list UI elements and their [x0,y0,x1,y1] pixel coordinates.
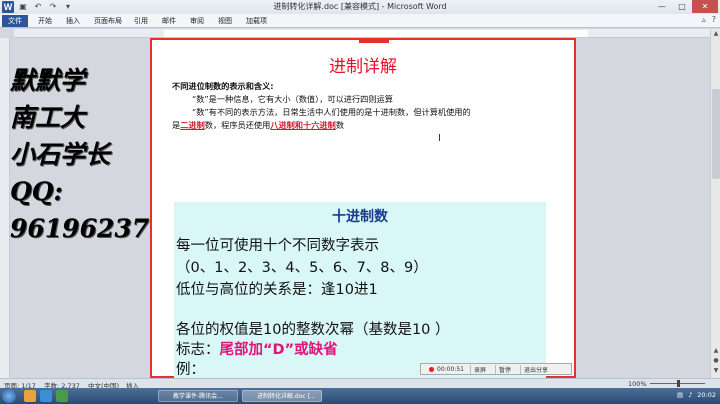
screen-share-marker [359,39,389,43]
binary-highlight: 二进制 [180,120,205,130]
taskbar: 教学课件-腾讯会... 进制转化详解.doc [... ▤ ♪ 20:02 [0,388,720,404]
next-page-icon[interactable]: ▼ [711,367,720,374]
overlay-line: 小石学长 [10,140,111,169]
exit-share-button[interactable]: 退出分享 [519,364,551,374]
status-bar: 页面: 1/17 字数: 2,737 中文(中国) 插入 100% [0,378,720,390]
tab-home[interactable]: 开始 [32,15,58,27]
slide-line: 每一位可使用十个不同数字表示 [176,238,379,254]
tab-references[interactable]: 引用 [128,15,154,27]
tab-view[interactable]: 视图 [212,15,238,27]
help-icon[interactable]: ? [712,15,716,24]
taskbar-item-word[interactable]: 进制转化详解.doc [... [242,390,322,402]
tab-page-layout[interactable]: 页面布局 [88,15,128,27]
record-button[interactable]: 录屏 [469,364,489,374]
vertical-scrollbar[interactable]: ▲ ▲ ● ▼ [710,29,720,378]
paragraph-2-cont: 是二进制数，程序员还使用八进制和十六进制数 [172,120,345,130]
octal-hex-highlight: 八进制和十六进制 [270,120,336,130]
recording-time: 00:00:51 [437,365,464,373]
system-tray: ▤ ♪ 20:02 [677,391,716,399]
explorer-icon[interactable] [24,390,36,402]
media-icon[interactable] [56,390,68,402]
minimize-button[interactable]: — [652,0,672,13]
title-bar: W ▣ ↶ ↷ ▾ 进制转化详解.doc [兼容模式] - Microsoft … [0,0,720,14]
vertical-ruler[interactable] [0,38,10,378]
intro-title: 不同进位制数的表示和含义: [172,81,274,91]
overlay-line: 961962379 [10,214,167,243]
scroll-up-icon[interactable]: ▲ [711,30,720,37]
decimal-suffix-highlight: 尾部加“D”或缺省 [219,342,338,358]
paragraph-1: “数”是一种信息，它有大小（数值），可以进行四则运算 [192,94,393,104]
expand-ribbon-icon[interactable]: ▵ [702,15,706,24]
horizontal-ruler[interactable] [14,29,710,38]
scroll-thumb[interactable] [712,89,720,179]
taskbar-item-meeting[interactable]: 教学课件-腾讯会... [158,390,238,402]
close-button[interactable]: ✕ [692,0,718,13]
ribbon-tab-bar: 文件 开始 插入 页面布局 引用 邮件 审阅 视图 加载项 ▵ ? [0,14,720,28]
tab-file[interactable]: 文件 [2,15,28,27]
tab-review[interactable]: 审阅 [184,15,210,27]
zoom-level[interactable]: 100% [628,380,647,388]
screen-recorder-bar: 00:00:51 录屏 暂停 退出分享 [420,363,572,375]
slide-line: 低位与高位的关系是：逢10进1 [176,282,378,298]
overlay-line: 默默学 [10,66,86,95]
overlay-line: 南工大 [10,103,86,132]
document-heading: 进制详解 [329,57,397,77]
maximize-button[interactable]: □ [672,0,692,13]
start-button[interactable] [2,389,16,403]
pause-button[interactable]: 暂停 [494,364,514,374]
slide-line: 标志：尾部加“D”或缺省 [176,342,338,358]
text-cursor-icon: I [438,133,441,144]
overlay-line: QQ: [10,177,63,206]
embedded-slide: 十进制数 每一位可使用十个不同数字表示 （0、1、2、3、4、5、6、7、8、9… [174,202,546,380]
slide-line: 例： [176,362,205,378]
tab-mailings[interactable]: 邮件 [156,15,182,27]
slide-line: 各位的权值是10的整数次幂（基数是10 ） [176,322,450,338]
tab-addins[interactable]: 加载项 [240,15,273,27]
record-icon [429,366,434,372]
paragraph-2: “数”有不同的表示方法，日常生活中人们使用的是十进制数，但计算机使用的 [192,107,471,117]
network-icon[interactable]: ▤ [677,391,683,399]
slide-line: （0、1、2、3、4、5、6、7、8、9） [176,260,428,276]
volume-icon[interactable]: ♪ [688,391,692,399]
window-title: 进制转化详解.doc [兼容模式] - Microsoft Word [273,2,447,11]
overlay-watermark: 默默学 南工大 小石学长 QQ: 961962379 [10,62,167,247]
slide-title: 十进制数 [332,209,388,225]
browse-object-icon[interactable]: ● [711,357,720,364]
tab-insert[interactable]: 插入 [60,15,86,27]
window-controls: — □ ✕ [652,0,718,13]
prev-page-icon[interactable]: ▲ [711,347,720,354]
browser-icon[interactable] [40,390,52,402]
zoom-slider-knob[interactable] [677,380,680,387]
clock[interactable]: 20:02 [697,391,716,399]
document-page[interactable]: 进制详解 不同进位制数的表示和含义: “数”是一种信息，它有大小（数值），可以进… [150,38,576,380]
